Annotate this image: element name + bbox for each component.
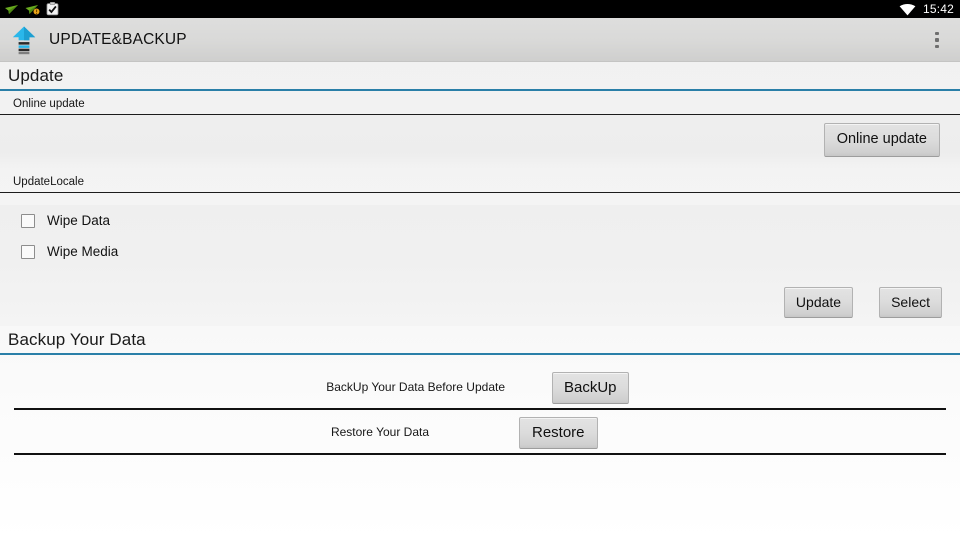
select-button[interactable]: Select	[879, 286, 942, 318]
overflow-dot-1	[935, 31, 939, 36]
clipboard-check-icon	[46, 2, 59, 16]
checkbox-row-wipe-media[interactable]: Wipe Media	[0, 236, 960, 267]
app-bar-title: UPDATE&BACKUP	[49, 31, 187, 48]
status-bar-clock: 15:42	[922, 2, 954, 16]
overflow-menu-icon[interactable]	[920, 18, 954, 62]
checkbox-wipe-data-label: Wipe Data	[47, 213, 111, 228]
restore-row-label: Restore Your Data	[330, 425, 429, 439]
update-locale-label-row: UpdateLocale	[0, 169, 960, 193]
wifi-icon	[899, 3, 916, 15]
paper-plane-icon	[5, 4, 18, 14]
status-bar-system-icons: 15:42	[899, 0, 954, 18]
online-update-button[interactable]: Online update	[823, 123, 940, 157]
update-upload-icon	[12, 26, 36, 55]
app-screen: 15:42 UPDATE&BACKUP Update Online update…	[0, 0, 960, 540]
checkbox-wipe-media-label: Wipe Media	[47, 244, 119, 259]
update-locale-panel: Wipe Data Wipe Media Update Select	[0, 205, 960, 326]
app-bar: UPDATE&BACKUP	[0, 18, 960, 62]
update-locale-button-group: Update Select	[783, 286, 942, 318]
overflow-dot-2	[935, 38, 939, 42]
checkbox-row-wipe-data[interactable]: Wipe Data	[0, 205, 960, 236]
overflow-dot-3	[935, 44, 939, 49]
restore-button[interactable]: Restore	[519, 417, 598, 450]
backup-row: BackUp Your Data Before Update BackUp	[0, 365, 960, 410]
online-update-label-row: Online update	[0, 91, 960, 115]
status-bar-notification-icons	[4, 2, 59, 16]
paper-plane-alert-icon	[25, 4, 40, 14]
online-update-label: Online update	[13, 98, 85, 110]
backup-rows: BackUp Your Data Before Update BackUp Re…	[0, 355, 960, 455]
checkbox-wipe-data[interactable]	[21, 213, 35, 228]
restore-row: Restore Your Data Restore	[0, 410, 960, 455]
update-button[interactable]: Update	[783, 286, 854, 318]
section-header-update: Update	[0, 62, 960, 91]
section-header-backup: Backup Your Data	[0, 326, 960, 355]
backup-button[interactable]: BackUp	[552, 372, 629, 405]
status-bar: 15:42	[0, 0, 960, 18]
checkbox-wipe-media[interactable]	[21, 244, 35, 259]
online-update-panel: Online update	[0, 115, 960, 169]
backup-row-label: BackUp Your Data Before Update	[326, 380, 505, 394]
restore-row-divider	[14, 453, 946, 455]
section-header-update-label: Update	[8, 66, 64, 85]
update-locale-label: UpdateLocale	[13, 176, 84, 188]
section-header-backup-label: Backup Your Data	[8, 330, 146, 349]
